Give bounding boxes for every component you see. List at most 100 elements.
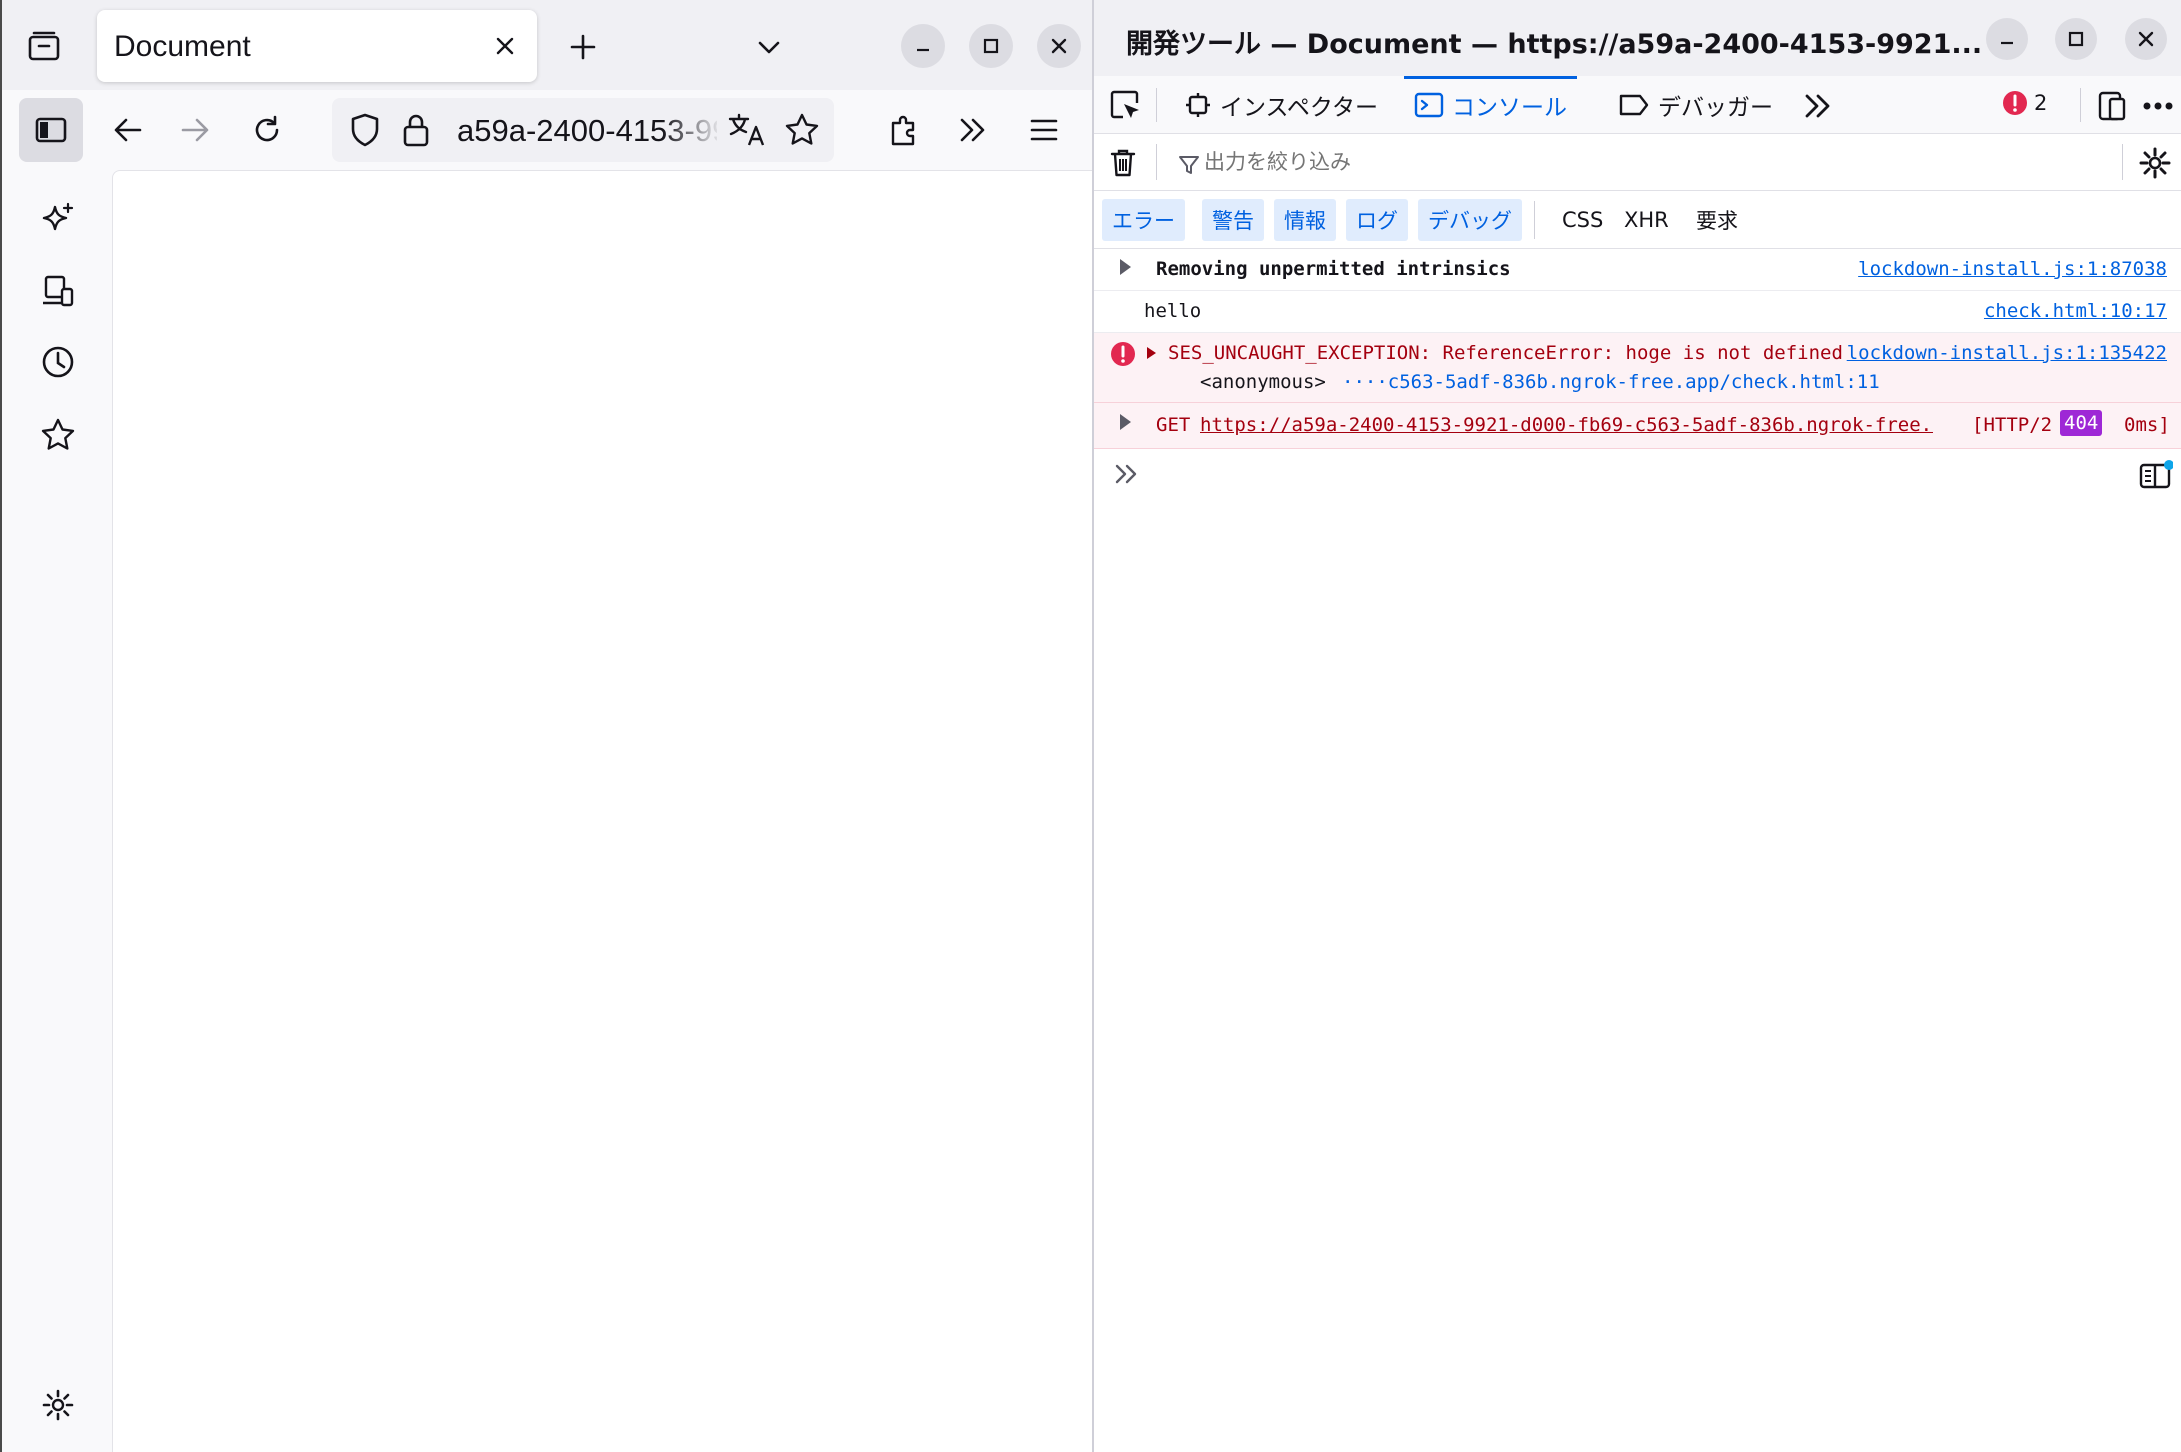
tab-console[interactable]: コンソール (1404, 76, 1577, 134)
responsive-design-button[interactable] (2090, 84, 2134, 128)
console-filter-bar (1094, 134, 2181, 191)
sidebar-bookmarks-button[interactable] (33, 410, 83, 460)
sidebar-ai-chatbot-button[interactable] (33, 194, 83, 244)
tab-strip: Document (2, 0, 1094, 90)
sidebar-settings-button[interactable] (33, 1380, 83, 1430)
devtools-options-button[interactable] (2136, 84, 2180, 128)
extensions-button[interactable] (876, 102, 932, 158)
overflow-button[interactable] (945, 102, 1001, 158)
sidebar-history-button[interactable] (33, 337, 83, 387)
star-icon[interactable] (784, 112, 820, 148)
console-icon (1414, 92, 1444, 118)
toolbar-separator (2122, 144, 2123, 180)
plus-icon (570, 34, 596, 60)
tab-debugger[interactable]: デバッガー (1608, 76, 1783, 134)
maximize-icon (2068, 31, 2084, 47)
translate-icon[interactable] (727, 112, 765, 148)
http-status-badge: 404 (2060, 410, 2103, 436)
prompt-chevrons-icon (1115, 464, 1137, 484)
expand-triangle-icon[interactable] (1120, 259, 1131, 275)
lock-icon (403, 114, 429, 147)
filter-errors[interactable]: エラー (1102, 199, 1185, 241)
expand-triangle-icon[interactable] (1120, 414, 1131, 430)
devtools-window-title: 開発ツール — Document — https://a59a-2400-415… (1126, 29, 1983, 60)
tab-inspector[interactable]: インスペクター (1174, 76, 1388, 134)
tab-close-button[interactable] (487, 28, 523, 64)
minimize-icon (917, 48, 929, 52)
filter-info[interactable]: 情報 (1274, 199, 1336, 241)
message-source-link[interactable]: lockdown-install.js:1:87038 (1858, 258, 2167, 280)
new-tab-button[interactable] (560, 24, 606, 70)
close-window-button[interactable] (1037, 24, 1081, 68)
devtools-toolbar: インスペクター コンソール デバッガー 2 (1094, 76, 2181, 134)
log-level-filters: エラー 警告 情報 ログ デバッグ CSS XHR 要求 (1094, 191, 2181, 249)
expand-triangle-icon[interactable] (1147, 347, 1156, 359)
console-message-text: Removing unpermitted intrinsics (1156, 258, 1511, 280)
app-menu-button[interactable] (1016, 102, 1072, 158)
filter-warnings-label: 警告 (1212, 209, 1254, 233)
maximize-button[interactable] (969, 24, 1013, 68)
filter-warnings[interactable]: 警告 (1202, 199, 1264, 241)
more-tabs-button[interactable] (1796, 84, 1840, 128)
close-icon (496, 37, 514, 55)
back-button[interactable] (100, 102, 156, 158)
message-source-link[interactable]: check.html:10:17 (1984, 300, 2167, 322)
filter-css[interactable]: CSS (1562, 199, 1603, 241)
request-method: GET (1156, 414, 1191, 436)
request-url-link[interactable]: https://a59a-2400-4153-9921-d000-fb69-c5… (1200, 414, 1933, 436)
stack-location-link[interactable]: ····c563-5adf-836b.ngrok-free.app/check.… (1342, 371, 1880, 393)
element-picker-button[interactable] (1104, 84, 1148, 128)
filter-info-label: 情報 (1284, 209, 1326, 233)
sidebar-toggle-icon (35, 117, 67, 143)
nav-bar: a59a-2400-4153-9921 (2, 90, 1094, 170)
ai-sparkle-icon (42, 202, 74, 231)
toolbar-separator (1156, 88, 1157, 122)
close-icon (1051, 38, 1067, 54)
filter-logs[interactable]: ログ (1346, 199, 1408, 241)
error-count: 2 (2034, 91, 2048, 115)
history-icon (42, 346, 74, 378)
trash-icon (1110, 149, 1136, 177)
console-settings-button[interactable] (2134, 142, 2176, 184)
split-editor-icon (2139, 460, 2173, 489)
console-message[interactable]: hello check.html:10:17 (1094, 291, 2181, 333)
list-all-tabs-button[interactable] (746, 24, 792, 70)
error-count-indicator[interactable]: 2 (2002, 90, 2047, 116)
stack-function-name: <anonymous> (1200, 371, 1326, 393)
overflow-chevrons-icon (960, 118, 985, 142)
devtools-close-button[interactable] (2125, 18, 2167, 60)
devtools-titlebar: 開発ツール — Document — https://a59a-2400-415… (1094, 0, 2181, 76)
minimize-button[interactable] (901, 24, 945, 68)
debugger-icon (1619, 94, 1649, 116)
http-version: [HTTP/2 (1972, 414, 2053, 436)
devtools-maximize-button[interactable] (2055, 18, 2097, 60)
console-message[interactable]: Removing unpermitted intrinsics lockdown… (1094, 249, 2181, 291)
clear-console-button[interactable] (1102, 142, 1144, 184)
tab-document[interactable]: Document (97, 10, 537, 82)
sidebar-toggle-button[interactable] (19, 98, 83, 162)
forward-button[interactable] (167, 102, 223, 158)
more-options-icon (2143, 102, 2173, 110)
forward-arrow-icon (181, 118, 209, 142)
request-timing: 0ms] (2124, 414, 2170, 436)
shield-icon (351, 113, 379, 147)
console-input[interactable] (1154, 457, 2104, 491)
message-source-link[interactable]: lockdown-install.js:1:135422 (1847, 342, 2167, 364)
editor-mode-button[interactable] (2136, 455, 2176, 495)
url-bar[interactable]: a59a-2400-4153-9921 (332, 98, 834, 162)
toolbar-separator (2080, 88, 2081, 122)
filter-debug[interactable]: デバッグ (1418, 199, 1522, 241)
element-picker-icon (1110, 90, 1139, 119)
console-network-message[interactable]: GET https://a59a-2400-4153-9921-d000-fb6… (1094, 403, 2181, 449)
synced-devices-icon (43, 275, 74, 307)
devtools-minimize-button[interactable] (1986, 18, 2028, 60)
tab-overview-icon (28, 31, 60, 61)
console-filter-input[interactable] (1204, 144, 2104, 180)
sidebar-synced-tabs-button[interactable] (33, 266, 83, 316)
reload-button[interactable] (239, 102, 295, 158)
tab-overview-button[interactable] (20, 22, 68, 70)
console-error-message[interactable]: SES_UNCAUGHT_EXCEPTION: ReferenceError: … (1094, 333, 2181, 403)
tab-console-label: コンソール (1452, 95, 1567, 121)
filter-xhr[interactable]: XHR (1624, 199, 1669, 241)
filter-requests[interactable]: 要求 (1696, 199, 1738, 241)
